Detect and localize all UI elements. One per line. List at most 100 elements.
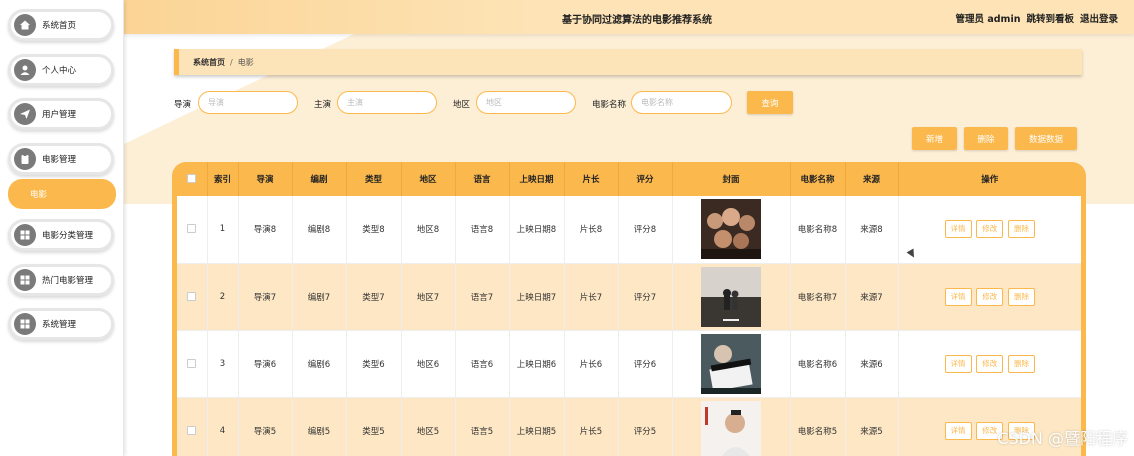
detail-button[interactable]: 详情 xyxy=(944,421,972,440)
sidebar-item-users[interactable]: 用户管理 xyxy=(8,98,114,130)
table-row[interactable]: 4 导演5 编剧5 类型5 地区5 语言5 上映日期5 片长5 评分5 电影名称… xyxy=(177,397,1081,456)
table-header-row: 索引 导演 编剧 类型 地区 语言 上映日期 片长 评分 封面 电影名称 来源 … xyxy=(177,162,1081,196)
column-header: 导演 xyxy=(238,162,293,196)
row-select-cell xyxy=(177,263,208,331)
header-user-area: 管理员 admin 跳转到看板 退出登录 xyxy=(956,11,1118,25)
length-cell: 片长5 xyxy=(564,397,619,456)
app-title: 基于协同过滤算法的电影推荐系统 xyxy=(562,15,712,26)
sidebar-item-movies[interactable]: 电影管理 xyxy=(8,143,114,175)
length-cell: 片长6 xyxy=(564,330,619,398)
edit-button[interactable]: 修改 xyxy=(976,287,1004,306)
sidebar: 系统首页 个人中心 用户管理 电影管理 电影 电影分类管理 热门电影管理 系统管… xyxy=(0,0,124,456)
export-button[interactable]: 数据数据 xyxy=(1015,127,1077,150)
cover-cell xyxy=(672,263,791,331)
grid-icon xyxy=(14,269,36,291)
column-header: 上映日期 xyxy=(509,162,565,196)
source-cell: 来源6 xyxy=(845,330,899,398)
rating-cell: 评分7 xyxy=(618,263,673,331)
sidebar-item-label: 电影分类管理 xyxy=(42,231,94,241)
table-row[interactable]: 2 导演7 编剧7 类型7 地区7 语言7 上映日期7 片长7 评分7 电影名称… xyxy=(177,263,1081,331)
actor-input[interactable] xyxy=(337,91,437,114)
add-button[interactable]: 新增 xyxy=(912,127,957,150)
row-checkbox[interactable] xyxy=(187,224,197,234)
region-cell: 地区7 xyxy=(401,263,456,331)
sidebar-item-label: 系统管理 xyxy=(42,320,77,330)
cover-cell xyxy=(672,397,791,456)
row-checkbox[interactable] xyxy=(187,358,197,368)
column-header: 电影名称 xyxy=(790,162,846,196)
query-button[interactable]: 查询 xyxy=(747,91,793,114)
breadcrumb-home[interactable]: 系统首页 xyxy=(193,57,225,68)
table-row[interactable]: 1 导演8 编剧8 类型8 地区8 语言8 上映日期8 片长8 评分8 电影名称… xyxy=(177,196,1081,264)
cover-portrait xyxy=(701,400,761,456)
movie-table: 索引 导演 编剧 类型 地区 语言 上映日期 片长 评分 封面 电影名称 来源 … xyxy=(177,162,1081,456)
movie-name-cell: 电影名称5 xyxy=(790,397,846,456)
row-delete-button[interactable]: 删除 xyxy=(1007,220,1035,239)
select-all-header xyxy=(177,162,208,196)
column-header: 片长 xyxy=(564,162,619,196)
release-date-cell: 上映日期8 xyxy=(509,196,565,264)
length-cell: 片长7 xyxy=(564,263,619,331)
index-cell: 3 xyxy=(207,330,239,398)
watermark: CSDN @暨阳程序 xyxy=(997,429,1128,448)
operations-cell: 详情 修改 删除 xyxy=(898,330,1081,398)
edit-button[interactable]: 修改 xyxy=(976,354,1004,373)
cover-photo-group xyxy=(701,199,761,260)
rating-cell: 评分8 xyxy=(618,196,673,264)
writer-cell: 编剧8 xyxy=(292,196,347,264)
source-cell: 来源5 xyxy=(845,397,899,456)
writer-cell: 编剧6 xyxy=(292,330,347,398)
movie-name-input[interactable] xyxy=(631,91,732,114)
column-header: 封面 xyxy=(672,162,791,196)
grid-icon xyxy=(14,313,36,335)
region-input[interactable] xyxy=(476,91,576,114)
sidebar-item-system[interactable]: 系统管理 xyxy=(8,308,114,340)
main-content: 系统首页 / 电影 导演 主演 地区 电影名称 查询 新增 删除 数据数据 索 xyxy=(124,34,1134,456)
cover-cell xyxy=(672,196,791,264)
detail-button[interactable]: 详情 xyxy=(944,220,972,239)
column-header: 索引 xyxy=(207,162,239,196)
delete-button[interactable]: 删除 xyxy=(964,127,1008,150)
sidebar-item-label: 个人中心 xyxy=(42,66,77,76)
edit-button[interactable]: 修改 xyxy=(976,220,1004,239)
row-delete-button[interactable]: 删除 xyxy=(1007,354,1035,373)
top-header: 基于协同过滤算法的电影推荐系统 管理员 admin 跳转到看板 退出登录 xyxy=(124,0,1134,34)
sidebar-item-hot-movies[interactable]: 热门电影管理 xyxy=(8,264,114,296)
row-select-cell xyxy=(177,196,208,264)
row-checkbox[interactable] xyxy=(187,425,197,435)
language-cell: 语言7 xyxy=(455,263,510,331)
sidebar-subitem-movie[interactable]: 电影 xyxy=(8,179,116,209)
director-cell: 导演7 xyxy=(238,263,293,331)
row-select-cell xyxy=(177,397,208,456)
director-input[interactable] xyxy=(198,91,298,114)
logout-link[interactable]: 退出登录 xyxy=(1080,11,1118,25)
type-cell: 类型7 xyxy=(346,263,402,331)
sidebar-item-home[interactable]: 系统首页 xyxy=(8,9,114,41)
home-icon xyxy=(14,14,36,36)
column-header: 评分 xyxy=(618,162,673,196)
writer-cell: 编剧5 xyxy=(292,397,347,456)
dashboard-link[interactable]: 跳转到看板 xyxy=(1026,11,1074,25)
column-header: 操作 xyxy=(981,175,999,185)
operations-cell: 详情 修改 删除 xyxy=(898,196,1081,264)
release-date-cell: 上映日期5 xyxy=(509,397,565,456)
detail-button[interactable]: 详情 xyxy=(944,354,972,373)
rating-cell: 评分5 xyxy=(618,397,673,456)
actor-label: 主演 xyxy=(314,100,332,110)
row-delete-button[interactable]: 删除 xyxy=(1007,287,1035,306)
cover-poster-couple xyxy=(701,266,761,327)
column-header: 类型 xyxy=(346,162,402,196)
sidebar-item-label: 热门电影管理 xyxy=(42,276,94,286)
select-all-checkbox[interactable] xyxy=(187,174,197,183)
source-cell: 来源7 xyxy=(845,263,899,331)
operations-cell: 详情 修改 删除 xyxy=(898,263,1081,331)
director-cell: 导演6 xyxy=(238,330,293,398)
row-checkbox[interactable] xyxy=(187,291,197,301)
director-label: 导演 xyxy=(174,100,192,110)
clipboard-icon xyxy=(14,148,36,170)
sidebar-item-movie-categories[interactable]: 电影分类管理 xyxy=(8,219,114,251)
table-row[interactable]: 3 导演6 编剧6 类型6 地区6 语言6 上映日期6 片长6 评分6 电影名称… xyxy=(177,330,1081,398)
column-header: 地区 xyxy=(401,162,456,196)
sidebar-item-profile[interactable]: 个人中心 xyxy=(8,54,114,86)
detail-button[interactable]: 详情 xyxy=(944,287,972,306)
